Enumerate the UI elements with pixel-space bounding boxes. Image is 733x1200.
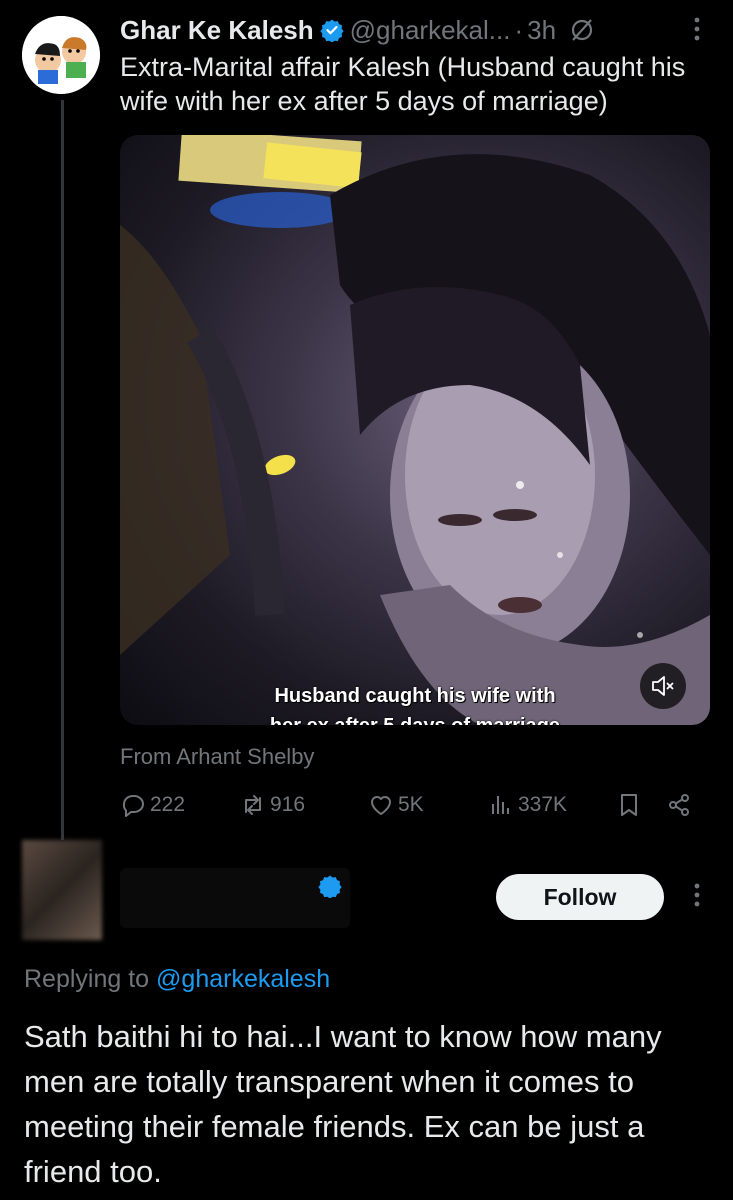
like-button[interactable]: 5K [368, 792, 424, 818]
reply-text: Sath baithi hi to hai...I want to know h… [24, 1019, 662, 1189]
tweet-header: Ghar Ke Kalesh @gharkekal... · 3h [120, 12, 596, 48]
bookmark-icon [621, 794, 637, 816]
more-vertical-icon[interactable] [685, 880, 709, 910]
avatar[interactable] [22, 16, 100, 94]
mute-icon [652, 676, 674, 696]
share-button[interactable] [666, 792, 696, 818]
separator-dot: · [514, 14, 524, 45]
reply-icon [122, 795, 144, 817]
video-caption-line2: her ex after 5 days of marriage [120, 713, 710, 725]
tweet-text: Extra-Marital affair Kalesh (Husband cau… [120, 52, 686, 116]
verified-badge-icon [318, 875, 342, 898]
verified-badge-icon [320, 19, 344, 42]
bookmark-button[interactable] [616, 792, 646, 818]
more-vertical-icon[interactable] [685, 14, 709, 44]
reply-count: 222 [150, 793, 186, 816]
video-player[interactable]: Husband caught his wife with her ex afte… [120, 135, 710, 725]
like-icon [371, 796, 391, 815]
display-name[interactable]: Ghar Ke Kalesh [120, 15, 314, 46]
video-frame-image [120, 135, 710, 725]
share-icon [669, 794, 689, 816]
redacted-user-info [120, 868, 350, 928]
handle[interactable]: @gharkekal... [350, 15, 511, 46]
follow-button[interactable]: Follow [496, 874, 664, 920]
views-button[interactable]: 337K [488, 792, 567, 818]
reply-button[interactable]: 222 [120, 792, 185, 818]
repost-icon [245, 795, 261, 815]
media-attribution[interactable]: From Arhant Shelby [120, 744, 314, 770]
grok-icon[interactable] [568, 16, 596, 44]
like-count: 5K [398, 793, 424, 816]
replying-prefix: Replying to [24, 965, 150, 993]
timestamp[interactable]: 3h [527, 15, 556, 46]
mute-button[interactable] [640, 663, 686, 709]
replying-to: Replying to @gharkekalesh [24, 965, 330, 994]
avatar-cartoon-icon [22, 16, 100, 94]
video-caption-line1: Husband caught his wife with [274, 685, 556, 707]
views-icon [492, 796, 509, 814]
repost-count: 916 [270, 793, 306, 816]
views-count: 337K [518, 793, 568, 816]
reply-avatar[interactable] [22, 840, 102, 940]
thread-connector [61, 100, 64, 840]
replying-mention-link[interactable]: @gharkekalesh [156, 965, 330, 993]
repost-button[interactable]: 916 [240, 792, 305, 818]
tweet-action-bar: 222 916 5K 337K [120, 792, 710, 828]
